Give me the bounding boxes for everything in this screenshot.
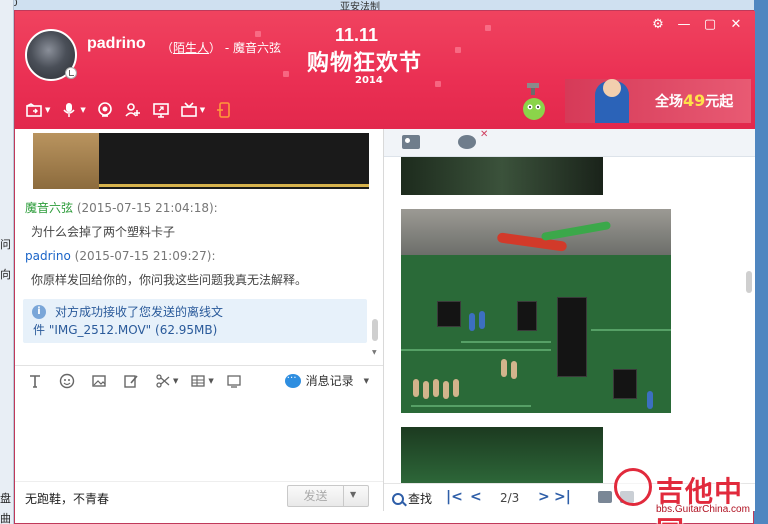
image-viewer-pane: ✕ 查找 |< < 2/3 > >| (384, 129, 755, 511)
chevron-down-icon[interactable]: ▼ (45, 106, 50, 114)
signature-text: 无跑鞋，不青春 (25, 492, 110, 506)
last-page-icon[interactable]: >| (554, 489, 571, 505)
page-indicator: 2/3 (500, 491, 520, 505)
scroll-down-icon[interactable]: ▼ (372, 349, 377, 356)
chat-window: padrino （陌生人） - 魔音六弦 11.11 购物狂欢节 2014 ⚙ … (14, 10, 755, 524)
mascot-icon[interactable] (521, 81, 547, 121)
first-page-icon[interactable]: |< (446, 489, 463, 505)
banner-year: 2014 (355, 75, 383, 86)
desktop-right-strip (754, 0, 768, 524)
chat-history: 魔音六弦 (2015-07-15 21:04:18): 为什么会掉了两个塑料卡子… (15, 129, 383, 365)
previous-image-message[interactable] (33, 133, 369, 189)
close-icon[interactable]: ✕ (480, 129, 488, 140)
ad-model-image (595, 79, 629, 123)
viewer-scrollbar[interactable] (744, 157, 753, 483)
notice-line-2: 件 "IMG_2512.MOV" (62.95MB) (33, 323, 218, 337)
site-watermark: 吉他中国 bbs.GuitarChina.com (614, 468, 764, 524)
edit-icon[interactable] (121, 371, 141, 391)
relation-close: ） (209, 41, 222, 55)
desktop-left-fragment: 盘 (0, 492, 11, 505)
contact-name[interactable]: padrino (87, 35, 146, 53)
image-thumbnail[interactable] (401, 157, 603, 195)
add-friend-icon[interactable] (122, 99, 144, 121)
message-text: 你原样发回给你的，你问我这些问题我真无法解释。 (31, 273, 308, 287)
image-preview[interactable] (401, 209, 671, 413)
next-page-icon[interactable]: > (538, 489, 550, 505)
maximize-button[interactable]: ▢ (701, 17, 719, 32)
message-input[interactable] (15, 395, 383, 481)
bottom-bar: 无跑鞋，不青春 发送 ▼ (15, 481, 383, 511)
minimize-button[interactable]: — (675, 17, 693, 32)
promo-ad[interactable]: 全场49元起 (565, 79, 751, 123)
status-icon (65, 67, 77, 79)
banner-headline: 购物狂欢节 (307, 50, 423, 75)
ad-text: 全场49元起 (655, 91, 734, 110)
message-time: (2015-07-15 21:09:27): (74, 249, 216, 263)
screen-share-icon[interactable] (150, 99, 172, 121)
send-button-group: 发送 ▼ (287, 485, 369, 507)
chevron-down-icon[interactable]: ▼ (208, 377, 213, 385)
relation-open: （ (161, 41, 174, 55)
screen-icon[interactable] (224, 371, 244, 391)
prev-page-icon[interactable]: < (470, 489, 482, 505)
chat-header: padrino （陌生人） - 魔音六弦 11.11 购物狂欢节 2014 ⚙ … (15, 11, 755, 129)
find-button[interactable]: 查找 (392, 490, 432, 507)
chat-bubble-icon (284, 370, 301, 388)
font-icon[interactable] (25, 371, 45, 391)
table-icon[interactable] (188, 371, 208, 391)
notice-line-1: 对方成功接收了您发送的离线文 (55, 305, 224, 319)
history-button[interactable]: 消息记录 ▼ (284, 370, 369, 389)
scissors-icon[interactable] (153, 371, 173, 391)
desktop-left-fragment: 问 (0, 238, 11, 251)
promo-banner-title: 11.11 购物狂欢节 2014 (307, 25, 437, 95)
chevron-down-icon[interactable]: ▼ (200, 106, 205, 114)
message-text: 为什么会掉了两个塑料卡子 (31, 225, 176, 239)
send-button[interactable]: 发送 (288, 486, 344, 506)
info-icon: i (32, 305, 46, 319)
contact-card-tab-icon[interactable] (402, 135, 420, 149)
settings-icon[interactable]: ⚙ (649, 17, 667, 32)
message-time: (2015-07-15 21:04:18): (76, 201, 218, 215)
emoji-icon[interactable] (57, 371, 77, 391)
image-thumbnail[interactable] (401, 427, 603, 487)
chevron-down-icon[interactable]: ▼ (364, 377, 369, 385)
scrollbar-thumb[interactable] (746, 271, 752, 293)
contact-relation: （陌生人） - 魔音六弦 (161, 39, 281, 56)
chevron-down-icon[interactable]: ▼ (173, 377, 178, 385)
gallery-icon[interactable] (598, 491, 612, 503)
microphone-icon[interactable] (58, 99, 80, 121)
file-received-notice: i 对方成功接收了您发送的离线文 件 "IMG_2512.MOV" (62.95… (23, 299, 367, 343)
send-options-chevron-icon[interactable]: ▼ (350, 490, 356, 499)
relation-link[interactable]: 陌生人 (173, 41, 209, 55)
message-header: padrino (2015-07-15 21:09:27): (25, 249, 216, 263)
desktop-left-strip: 问 向 盘 曲 (D) (0, 0, 32, 524)
input-toolbar: ▼ ▼ 消息记录 ▼ (15, 365, 383, 395)
desktop-left-fragment: 向 (0, 268, 11, 281)
message-header: 魔音六弦 (2015-07-15 21:04:18): (25, 199, 218, 216)
remote-assist-icon[interactable] (178, 99, 200, 121)
watermark-title: 吉他中国 (656, 475, 744, 524)
chat-scrollbar[interactable]: ▼ (371, 129, 379, 365)
scrollbar-thumb[interactable] (372, 319, 378, 341)
close-button[interactable]: ✕ (727, 17, 745, 32)
message-sender[interactable]: padrino (25, 249, 71, 263)
image-icon[interactable] (89, 371, 109, 391)
banner-date: 11.11 (335, 25, 379, 45)
message-sender[interactable]: 魔音六弦 (25, 201, 73, 215)
chat-tab-icon[interactable] (458, 135, 476, 149)
contact-avatar[interactable] (25, 29, 77, 81)
watermark-url: bbs.GuitarChina.com (656, 504, 750, 515)
video-icon[interactable] (94, 99, 116, 121)
contact-group: - 魔音六弦 (224, 41, 282, 55)
folder-share-icon[interactable] (23, 99, 45, 121)
header-toolbar: ▼ ▼ ▼ (23, 99, 241, 121)
history-label: 消息记录 (305, 374, 354, 388)
phone-transfer-icon[interactable] (213, 99, 235, 121)
guitar-logo-icon (614, 468, 652, 506)
find-label: 查找 (408, 492, 433, 506)
chevron-down-icon[interactable]: ▼ (80, 106, 85, 114)
search-icon (392, 492, 404, 505)
side-tabs: ✕ (384, 129, 755, 157)
